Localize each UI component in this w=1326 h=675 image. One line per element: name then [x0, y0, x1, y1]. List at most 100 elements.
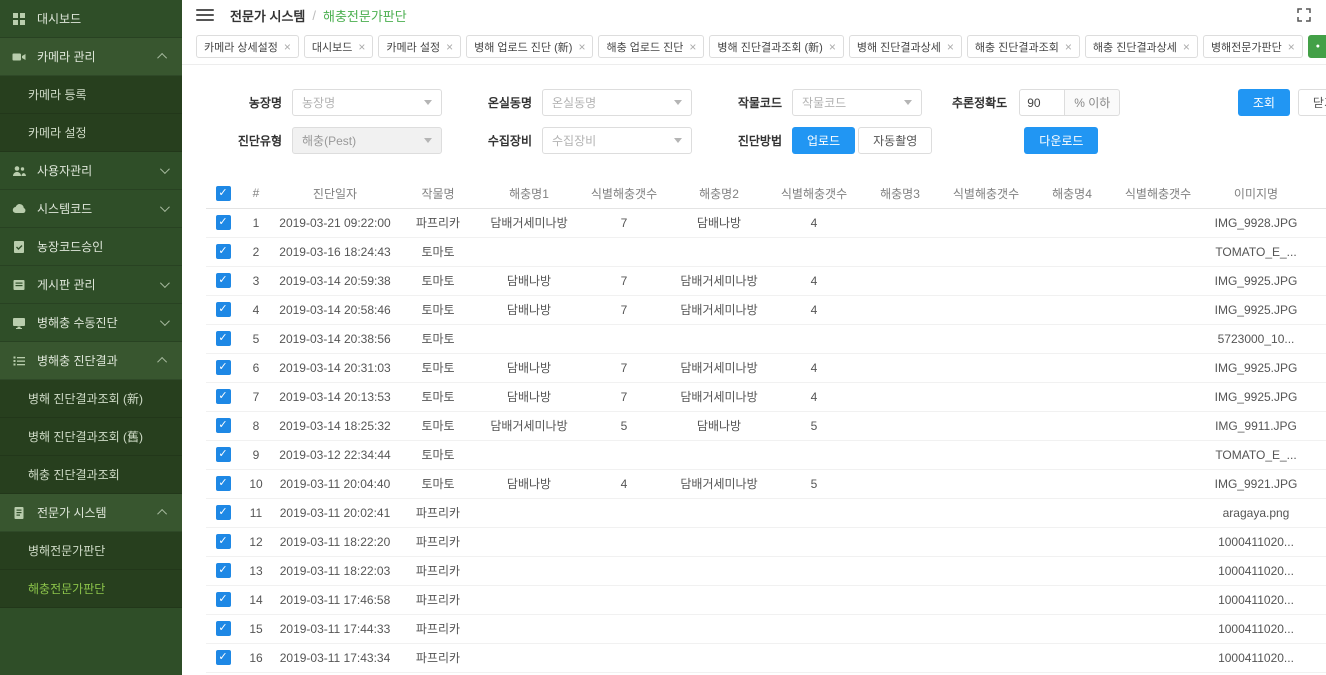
sidebar-item-4[interactable]: 농장코드승인	[0, 228, 182, 266]
sidebar-item-1[interactable]: 카메라 관리	[0, 38, 182, 76]
accuracy-input[interactable]	[1019, 89, 1065, 116]
farm-name-select[interactable]: 농장명	[292, 89, 442, 116]
column-header[interactable]: 해충명3	[858, 179, 942, 208]
tab-close-icon[interactable]: ×	[446, 41, 453, 53]
table-row[interactable]: ✓102019-03-11 20:04:40토마토담배나방4담배거세미나방5IM…	[206, 469, 1326, 498]
table-row[interactable]: ✓62019-03-14 20:31:03토마토담배나방7담배거세미나방4IMG…	[206, 353, 1326, 382]
method-upload-button[interactable]: 업로드	[792, 127, 855, 154]
column-header[interactable]: 해충명1	[478, 179, 580, 208]
table-row[interactable]: ✓122019-03-11 18:22:20파프리카1000411020...2…	[206, 527, 1326, 556]
row-checkbox[interactable]: ✓	[216, 418, 231, 433]
tab-close-icon[interactable]: ×	[284, 41, 291, 53]
tab-8[interactable]: 해충 진단결과조회×	[967, 35, 1080, 58]
table-row[interactable]: ✓92019-03-12 22:34:44토마토TOMATO_E_...201	[206, 440, 1326, 469]
column-header[interactable]: 해충명2	[668, 179, 770, 208]
fullscreen-icon[interactable]	[1296, 7, 1312, 23]
tab-5[interactable]: 해충 업로드 진단×	[598, 35, 704, 58]
table-row[interactable]: ✓162019-03-11 17:43:34파프리카1000411020...2…	[206, 643, 1326, 672]
row-checkbox[interactable]: ✓	[216, 592, 231, 607]
table-row[interactable]: ✓32019-03-14 20:59:38토마토담배나방7담배거세미나방4IMG…	[206, 266, 1326, 295]
table-row[interactable]: ✓152019-03-11 17:44:33파프리카1000411020...2…	[206, 614, 1326, 643]
row-checkbox[interactable]: ✓	[216, 650, 231, 665]
method-auto-button[interactable]: 자동촬영	[858, 127, 932, 154]
tab-close-icon[interactable]: ×	[1183, 41, 1190, 53]
column-header[interactable]: 이미지명	[1202, 179, 1310, 208]
table-row[interactable]: ✓132019-03-11 18:22:03파프리카1000411020...2…	[206, 556, 1326, 585]
table-cell	[858, 295, 942, 324]
row-checkbox[interactable]: ✓	[216, 563, 231, 578]
table-row[interactable]: ✓142019-03-11 17:46:58파프리카1000411020...2…	[206, 585, 1326, 614]
tab-6[interactable]: 병해 진단결과조회 (新)×	[709, 35, 843, 58]
tab-close-icon[interactable]: ×	[1288, 41, 1295, 53]
tab-1[interactable]: 카메라 상세설정×	[196, 35, 299, 58]
row-checkbox[interactable]: ✓	[216, 273, 231, 288]
row-checkbox[interactable]: ✓	[216, 302, 231, 317]
table-cell	[942, 266, 1030, 295]
tab-close-icon[interactable]: ×	[358, 41, 365, 53]
select-all-checkbox[interactable]: ✓	[216, 186, 231, 201]
close-button[interactable]: 닫기	[1298, 89, 1326, 116]
row-checkbox[interactable]: ✓	[216, 389, 231, 404]
row-checkbox[interactable]: ✓	[216, 534, 231, 549]
tab-close-icon[interactable]: ×	[829, 41, 836, 53]
table-row[interactable]: ✓112019-03-11 20:02:41파프리카aragaya.png201	[206, 498, 1326, 527]
crop-code-select[interactable]: 작물코드	[792, 89, 922, 116]
sidebar-subitem[interactable]: 카메라 설정	[0, 114, 182, 152]
column-header[interactable]: 식별해충갯수	[770, 179, 858, 208]
manual-diagnosis-icon	[12, 316, 28, 330]
sidebar-subitem[interactable]: 카메라 등록	[0, 76, 182, 114]
sidebar-subitem[interactable]: 해충 진단결과조회	[0, 456, 182, 494]
tab-7[interactable]: 병해 진단결과상세×	[849, 35, 962, 58]
column-header[interactable]: 진단일자	[272, 179, 398, 208]
table-row[interactable]: ✓82019-03-14 18:25:32토마토담배거세미나방5담배나방5IMG…	[206, 411, 1326, 440]
search-button[interactable]: 조회	[1238, 89, 1290, 116]
sidebar-subitem[interactable]: 병해전문가판단	[0, 532, 182, 570]
tab-4[interactable]: 병해 업로드 진단 (新)×	[466, 35, 593, 58]
table-row[interactable]: ✓22019-03-16 18:24:43토마토TOMATO_E_...201	[206, 237, 1326, 266]
tab-close-icon[interactable]: ×	[689, 41, 696, 53]
row-checkbox[interactable]: ✓	[216, 215, 231, 230]
row-checkbox[interactable]: ✓	[216, 244, 231, 259]
row-checkbox[interactable]: ✓	[216, 331, 231, 346]
row-checkbox[interactable]: ✓	[216, 476, 231, 491]
sidebar-item-0[interactable]: 대시보드	[0, 0, 182, 38]
table-row[interactable]: ✓12019-03-21 09:22:00파프리카담배거세미나방7담배나방4IM…	[206, 208, 1326, 237]
column-header[interactable]: 식별해충갯수	[942, 179, 1030, 208]
sidebar-item-8[interactable]: 전문가 시스템	[0, 494, 182, 532]
table-row[interactable]: ✓72019-03-14 20:13:53토마토담배나방7담배거세미나방4IMG…	[206, 382, 1326, 411]
sidebar-subitem[interactable]: 병해 진단결과조회 (舊)	[0, 418, 182, 456]
table-row[interactable]: ✓52019-03-14 20:38:56토마토5723000_10...201	[206, 324, 1326, 353]
table-cell	[942, 440, 1030, 469]
table-row[interactable]: ✓42019-03-14 20:58:46토마토담배나방7담배거세미나방4IMG…	[206, 295, 1326, 324]
sidebar-subitem[interactable]: 해충전문가판단	[0, 570, 182, 608]
diagnosis-type-select[interactable]: 해충(Pest)	[292, 127, 442, 154]
tab-close-icon[interactable]: ×	[947, 41, 954, 53]
tab-3[interactable]: 카메라 설정×	[378, 35, 461, 58]
tab-close-icon[interactable]: ×	[1065, 41, 1072, 53]
download-button[interactable]: 다운로드	[1024, 127, 1098, 154]
sidebar-item-5[interactable]: 게시판 관리	[0, 266, 182, 304]
device-select[interactable]: 수집장비	[542, 127, 692, 154]
sidebar-item-7[interactable]: 병해충 진단결과	[0, 342, 182, 380]
table-cell	[668, 643, 770, 672]
row-checkbox[interactable]: ✓	[216, 447, 231, 462]
tab-10[interactable]: 병해전문가판단×	[1203, 35, 1303, 58]
tab-close-icon[interactable]: ×	[578, 41, 585, 53]
sidebar-subitem[interactable]: 병해 진단결과조회 (新)	[0, 380, 182, 418]
sidebar-item-6[interactable]: 병해충 수동진단	[0, 304, 182, 342]
row-checkbox[interactable]: ✓	[216, 505, 231, 520]
column-header[interactable]: 식별해충갯수	[580, 179, 668, 208]
hamburger-menu-icon[interactable]	[196, 9, 214, 21]
tab-11[interactable]: ●해충전문가판단×	[1308, 35, 1326, 58]
tab-2[interactable]: 대시보드×	[304, 35, 374, 58]
greenhouse-select[interactable]: 온실동명	[542, 89, 692, 116]
sidebar-item-3[interactable]: 시스템코드	[0, 190, 182, 228]
column-header[interactable]: 식별해충갯수	[1114, 179, 1202, 208]
tab-9[interactable]: 해충 진단결과상세×	[1085, 35, 1198, 58]
column-header[interactable]: 해충명4	[1030, 179, 1114, 208]
sidebar-item-2[interactable]: 사용자관리	[0, 152, 182, 190]
column-header[interactable]: 작물명	[398, 179, 478, 208]
column-header[interactable]: #	[240, 179, 272, 208]
row-checkbox[interactable]: ✓	[216, 360, 231, 375]
row-checkbox[interactable]: ✓	[216, 621, 231, 636]
